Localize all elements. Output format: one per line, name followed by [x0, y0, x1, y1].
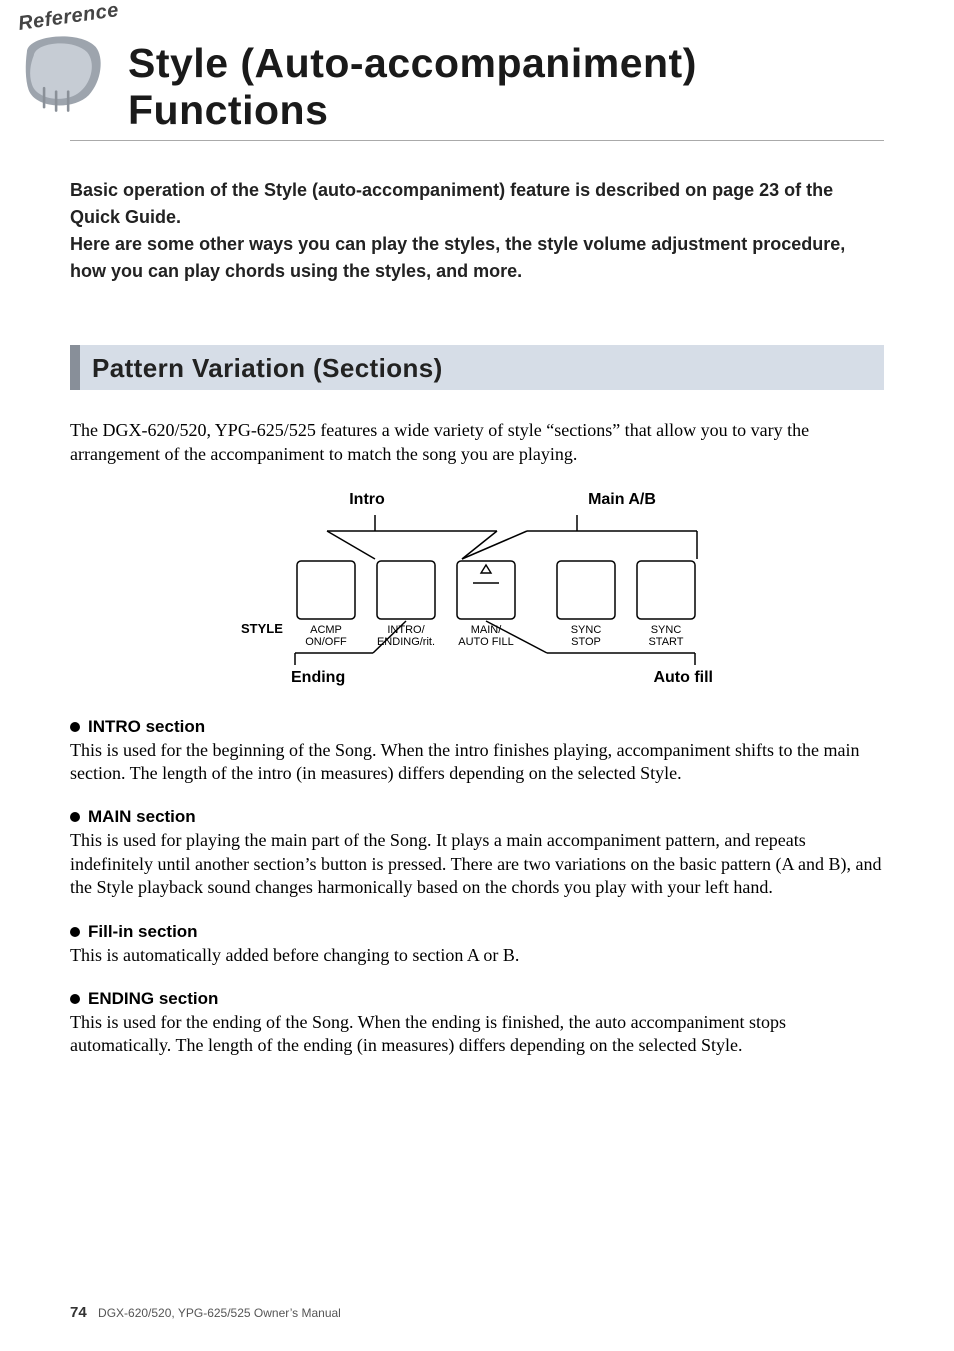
bullet-icon	[70, 722, 80, 732]
diagram-label-autofill: Auto fill	[421, 669, 757, 687]
page-number: 74	[70, 1304, 87, 1321]
panel-button: INTRO/ ENDING/rit.	[377, 561, 435, 648]
svg-text:ACMP: ACMP	[310, 624, 342, 636]
section-heading: INTRO section	[88, 717, 205, 737]
svg-text:SYNC: SYNC	[571, 624, 602, 636]
panel-button: MAIN/ AUTO FILL	[457, 561, 515, 648]
panel-button: SYNC START	[637, 561, 695, 648]
bullet-icon	[70, 994, 80, 1004]
svg-text:STOP: STOP	[571, 636, 601, 648]
bullet-icon	[70, 927, 80, 937]
svg-text:START: START	[648, 636, 683, 648]
page-title: Style (Auto-accompaniment) Functions	[128, 10, 884, 134]
section-heading: Fill-in section	[88, 922, 198, 942]
style-controls-diagram: Intro Main A/B STYLE ACMP ON/OFF	[197, 491, 757, 687]
section-heading-band: Pattern Variation (Sections)	[70, 345, 884, 390]
section-ending-section: ENDING section This is used for the endi…	[70, 989, 884, 1058]
svg-text:ENDING/rit.: ENDING/rit.	[377, 636, 435, 648]
section-intro-section: INTRO section This is used for the begin…	[70, 717, 884, 786]
bullet-icon	[70, 812, 80, 822]
svg-text:ON/OFF: ON/OFF	[305, 636, 347, 648]
section-text: This is used for playing the main part o…	[70, 829, 884, 899]
diagram-label-intro: Intro	[197, 491, 477, 509]
panel-style-label: STYLE	[241, 621, 283, 636]
section-intro-text: The DGX-620/520, YPG-625/525 features a …	[70, 418, 884, 467]
svg-text:SYNC: SYNC	[651, 624, 682, 636]
svg-text:AUTO FILL: AUTO FILL	[458, 636, 513, 648]
diagram-label-ending: Ending	[197, 669, 421, 687]
section-heading: ENDING section	[88, 989, 218, 1009]
diagram-label-main: Main A/B	[477, 491, 757, 509]
section-fillin-section: Fill-in section This is automatically ad…	[70, 922, 884, 967]
intro-block: Basic operation of the Style (auto-accom…	[70, 177, 884, 285]
section-text: This is automatically added before chang…	[70, 944, 884, 967]
panel-button: SYNC STOP	[557, 561, 615, 648]
intro-line: Here are some other ways you can play th…	[70, 231, 884, 285]
control-panel-svg: STYLE ACMP ON/OFF INTRO/ ENDING/rit. MAI…	[197, 515, 757, 665]
page-footer: 74 DGX-620/520, YPG-625/525 Owner’s Manu…	[70, 1304, 341, 1321]
footer-text: DGX-620/520, YPG-625/525 Owner’s Manual	[98, 1306, 341, 1320]
piano-icon	[20, 28, 106, 114]
reference-badge: Reference	[18, 0, 108, 140]
section-main-section: MAIN section This is used for playing th…	[70, 807, 884, 899]
intro-line: Basic operation of the Style (auto-accom…	[70, 177, 884, 231]
section-heading: MAIN section	[88, 807, 196, 827]
panel-button: ACMP ON/OFF	[297, 561, 355, 648]
svg-text:MAIN/: MAIN/	[471, 624, 503, 636]
section-text: This is used for the beginning of the So…	[70, 739, 884, 786]
section-text: This is used for the ending of the Song.…	[70, 1011, 884, 1058]
title-rule	[70, 140, 884, 141]
